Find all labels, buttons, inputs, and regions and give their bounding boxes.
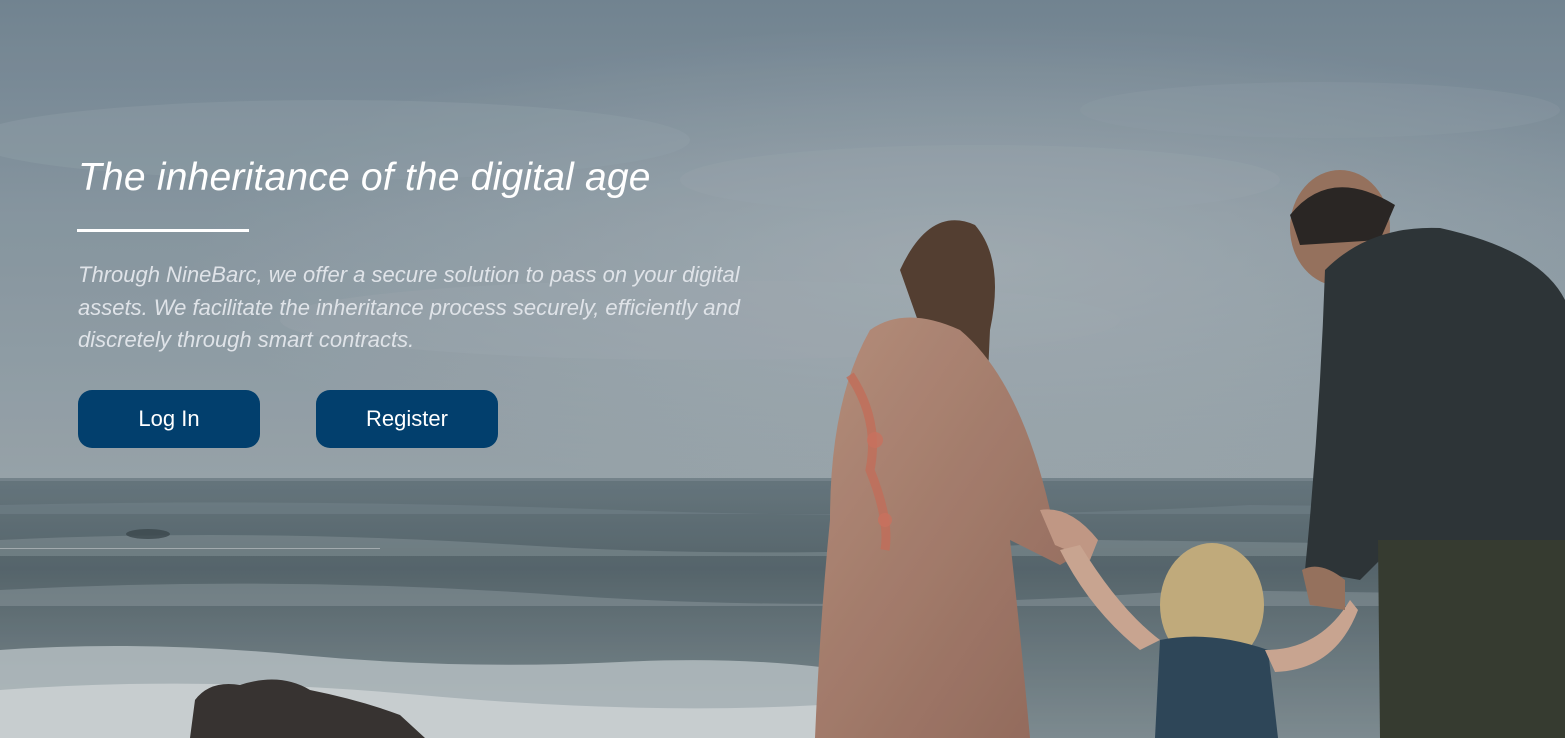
login-button[interactable]: Log In — [78, 390, 260, 448]
title-underline-divider — [77, 229, 249, 232]
hero-background-image — [0, 0, 1565, 738]
hero-description: Through NineBarc, we offer a secure solu… — [78, 262, 740, 352]
register-button[interactable]: Register — [316, 390, 498, 448]
hero-title: The inheritance of the digital age — [78, 156, 651, 199]
horizon-divider-line — [0, 548, 380, 549]
hero-section: The inheritance of the digital age Throu… — [0, 0, 1565, 738]
